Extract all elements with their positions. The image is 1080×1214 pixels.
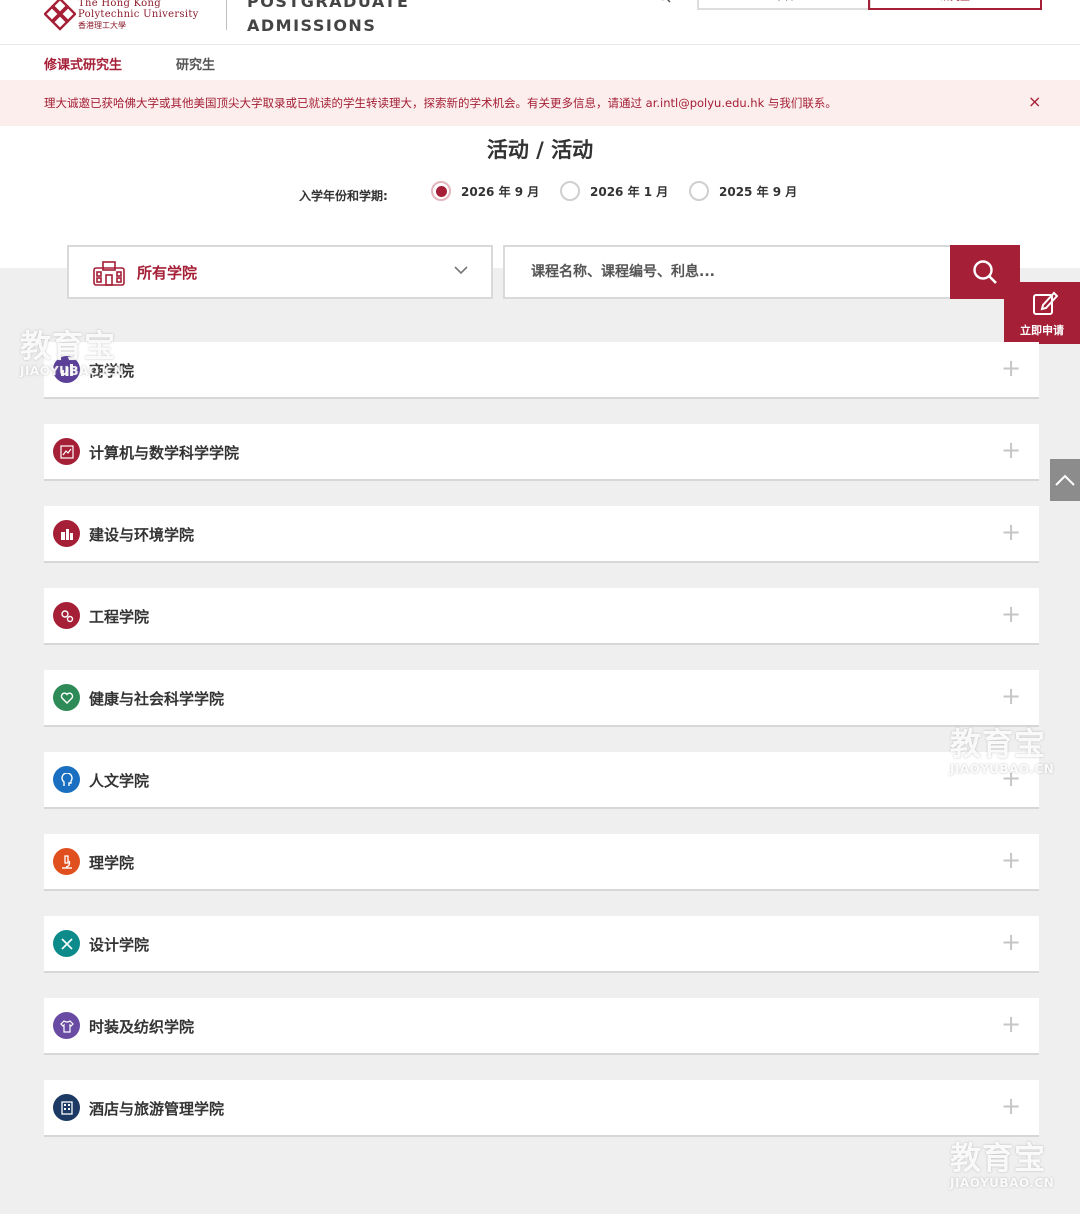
faculty-item-fashion-textiles[interactable]: 时装及纺织学院 + bbox=[44, 998, 1039, 1055]
site-header: The Hong Kong Polytechnic University 香港理… bbox=[0, 0, 1080, 45]
apply-now-button[interactable]: 立即申请 bbox=[1004, 282, 1080, 344]
faculty-item-construction[interactable]: 建设与环境学院 + bbox=[44, 506, 1039, 563]
watermark: 教育宝 JIAOYUBAO.CN bbox=[950, 728, 1054, 776]
header-divider bbox=[226, 0, 227, 30]
notice-banner: 理大诚邀已获哈佛大学或其他美国顶尖大学取录或已就读的学生转读理大，探索新的学术机… bbox=[0, 80, 1080, 126]
header-search-icon[interactable] bbox=[657, 0, 671, 6]
logo-line-2: Polytechnic University bbox=[78, 9, 199, 20]
nav-research-postgraduate[interactable]: 研究生 bbox=[176, 54, 215, 73]
university-name: The Hong Kong Polytechnic University 香港理… bbox=[78, 0, 199, 31]
gears-icon bbox=[53, 602, 80, 629]
plus-icon[interactable]: + bbox=[1001, 438, 1021, 462]
intake-option-2026-sep[interactable]: 2026 年 9 月 bbox=[431, 178, 539, 204]
plus-icon[interactable]: + bbox=[1001, 1012, 1021, 1036]
faculty-item-science[interactable]: 理学院 + bbox=[44, 834, 1039, 891]
faculty-item-label: 计算机与数学科学学院 bbox=[89, 444, 240, 462]
faculty-item-label: 酒店与旅游管理学院 bbox=[89, 1100, 225, 1118]
back-to-top-button[interactable] bbox=[1050, 459, 1080, 501]
watermark-text: 教育宝 bbox=[950, 727, 1046, 763]
faculty-item-label: 人文学院 bbox=[89, 772, 150, 790]
watermark-url: JIAOYUBAO.CN bbox=[950, 762, 1055, 776]
intake-option-2025-sep[interactable]: 2025 年 9 月 bbox=[689, 178, 797, 204]
plus-icon[interactable]: + bbox=[1001, 520, 1021, 544]
intake-option-label: 2026 年 1 月 bbox=[590, 184, 669, 199]
heart-icon bbox=[53, 684, 80, 711]
site-title[interactable]: POSTGRADUATE ADMISSIONS bbox=[247, 0, 409, 38]
notice-close-button[interactable]: × bbox=[1028, 92, 1041, 111]
watermark-text: 教育宝 bbox=[20, 329, 116, 365]
radio-unchecked-icon[interactable] bbox=[689, 181, 709, 201]
watermark: 教育宝 JIAOYUBAO.CN bbox=[20, 330, 124, 378]
plus-icon[interactable]: + bbox=[1001, 356, 1021, 380]
faculty-item-computing[interactable]: 计算机与数学科学学院 + bbox=[44, 424, 1039, 481]
chevron-down-icon bbox=[454, 266, 468, 275]
shirt-icon bbox=[53, 1012, 80, 1039]
page-title: 活动 / 活动 bbox=[486, 138, 594, 162]
intake-option-2026-jan[interactable]: 2026 年 1 月 bbox=[560, 178, 668, 204]
plus-icon[interactable]: + bbox=[1001, 1094, 1021, 1118]
plus-icon[interactable]: + bbox=[1001, 602, 1021, 626]
intake-label: 入学年份和学期: bbox=[299, 189, 388, 203]
watermark: 教育宝 JIAOYUBAO.CN bbox=[950, 1142, 1054, 1190]
watermark-url: JIAOYUBAO.CN bbox=[950, 1176, 1055, 1190]
faculty-item-design[interactable]: 设计学院 + bbox=[44, 916, 1039, 973]
faculty-item-business[interactable]: 商学院 + bbox=[44, 342, 1039, 399]
chevron-up-icon bbox=[1055, 474, 1075, 486]
faculty-item-humanities[interactable]: 人文学院 + bbox=[44, 752, 1039, 809]
tab-undergraduate[interactable]: 本科 bbox=[697, 0, 871, 10]
faculty-item-label: 工程学院 bbox=[89, 608, 150, 626]
faculty-item-hotel-tourism[interactable]: 酒店与旅游管理学院 + bbox=[44, 1080, 1039, 1137]
line-chart-icon bbox=[53, 438, 80, 465]
intake-option-label: 2026 年 9 月 bbox=[461, 184, 540, 199]
watermark-url: JIAOYUBAO.CN bbox=[20, 364, 125, 378]
logo-line-3: 香港理工大學 bbox=[78, 21, 126, 30]
sub-nav: 修课式研究生 研究生 bbox=[0, 45, 1080, 80]
faculty-item-engineering[interactable]: 工程学院 + bbox=[44, 588, 1039, 645]
plus-icon[interactable]: + bbox=[1001, 930, 1021, 954]
radio-unchecked-icon[interactable] bbox=[560, 181, 580, 201]
faculty-item-label: 时装及纺织学院 bbox=[89, 1018, 195, 1036]
microscope-icon bbox=[53, 848, 80, 875]
notice-text: 理大诚邀已获哈佛大学或其他美国顶尖大学取录或已就读的学生转读理大，探索新的学术机… bbox=[44, 96, 837, 110]
radio-checked-icon[interactable] bbox=[431, 181, 451, 201]
head-icon bbox=[53, 766, 80, 793]
faculty-dropdown[interactable]: 所有学院 bbox=[67, 245, 493, 299]
faculty-item-label: 设计学院 bbox=[89, 936, 150, 954]
design-tools-icon bbox=[53, 930, 80, 957]
hotel-icon bbox=[53, 1094, 80, 1121]
plus-icon[interactable]: + bbox=[1001, 684, 1021, 708]
buildings-icon bbox=[53, 520, 80, 547]
search-icon bbox=[973, 260, 997, 284]
edit-icon bbox=[1033, 291, 1058, 315]
apply-now-label: 立即申请 bbox=[1020, 324, 1064, 337]
tab-postgraduate[interactable]: 研究生 bbox=[868, 0, 1042, 10]
course-search-input[interactable] bbox=[503, 245, 951, 299]
faculty-item-health-social-sciences[interactable]: 健康与社会科学学院 + bbox=[44, 670, 1039, 727]
building-icon bbox=[93, 261, 125, 286]
watermark-text: 教育宝 bbox=[950, 1141, 1046, 1177]
nav-taught-postgraduate[interactable]: 修课式研究生 bbox=[44, 54, 122, 73]
polyu-logo-icon[interactable] bbox=[44, 0, 76, 32]
faculty-item-label: 健康与社会科学学院 bbox=[89, 690, 225, 708]
faculty-dropdown-value: 所有学院 bbox=[137, 264, 198, 282]
faculty-item-label: 建设与环境学院 bbox=[89, 526, 195, 544]
faculty-item-label: 理学院 bbox=[89, 854, 135, 872]
plus-icon[interactable]: + bbox=[1001, 848, 1021, 872]
logo-line-1: The Hong Kong bbox=[78, 0, 161, 9]
intake-option-label: 2025 年 9 月 bbox=[719, 184, 798, 199]
